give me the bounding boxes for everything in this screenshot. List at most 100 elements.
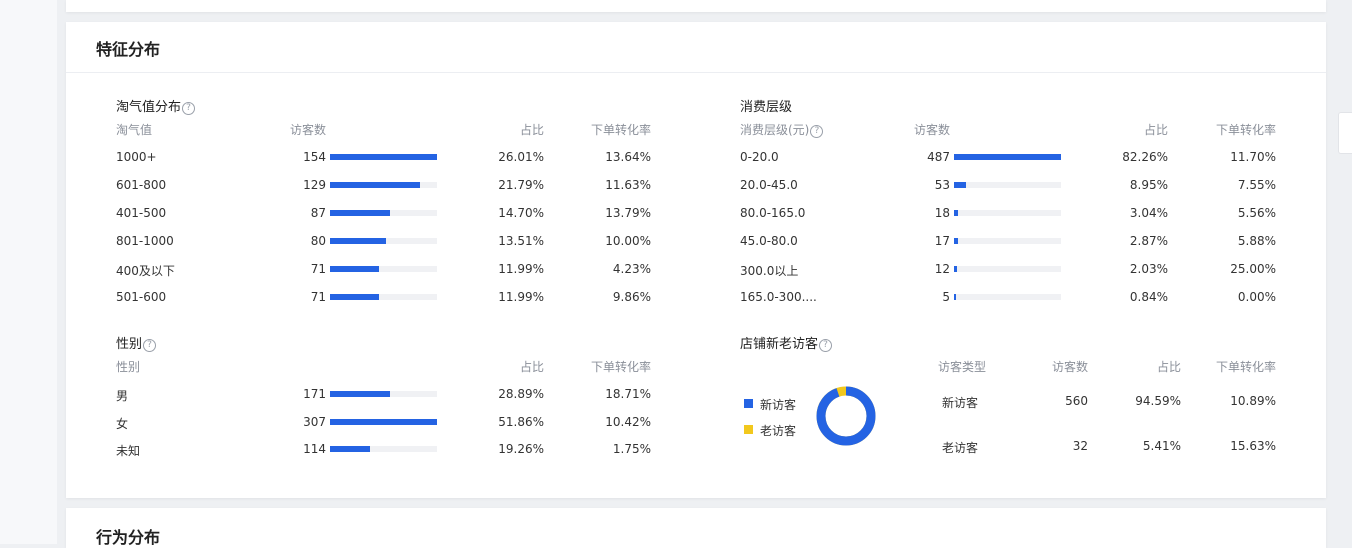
visitor-bar bbox=[954, 238, 1061, 244]
row-visitors: 560 bbox=[1065, 394, 1088, 408]
visitor-bar-fill bbox=[330, 182, 420, 188]
row-share: 51.86% bbox=[498, 415, 544, 429]
row-label: 男 bbox=[116, 389, 129, 403]
row-visitors: 171 bbox=[303, 387, 326, 401]
row-share: 82.26% bbox=[1122, 150, 1168, 164]
row-visitors: 71 bbox=[310, 290, 326, 304]
row-label: 601-800 bbox=[116, 178, 167, 192]
row-share: 14.70% bbox=[498, 206, 544, 220]
row-label: 80.0-165.0 bbox=[740, 206, 806, 220]
donut-new-segment bbox=[816, 386, 876, 446]
row-conv: 13.64% bbox=[605, 150, 651, 164]
visitor-bar bbox=[330, 419, 437, 425]
row-visitors: 18 bbox=[934, 206, 950, 220]
newold-header-conv: 下单转化率 bbox=[1215, 360, 1276, 374]
row-share: 28.89% bbox=[498, 387, 544, 401]
visitor-bar-fill bbox=[954, 238, 959, 244]
row-label: 401-500 bbox=[116, 206, 167, 220]
visitor-bar bbox=[330, 210, 437, 216]
gender-header-label: 性别 bbox=[116, 360, 141, 374]
row-label: 20.0-45.0 bbox=[740, 178, 798, 192]
taoqi-header-label: 淘气值 bbox=[116, 123, 153, 137]
gender-header-conv: 下单转化率 bbox=[590, 360, 651, 374]
row-share: 2.87% bbox=[1129, 234, 1168, 248]
row-share: 5.41% bbox=[1142, 439, 1181, 453]
visitor-bar-fill bbox=[954, 266, 958, 272]
visitor-bar bbox=[954, 266, 1061, 272]
visitor-donut-chart bbox=[816, 386, 876, 446]
row-visitors: 80 bbox=[310, 234, 326, 248]
gender-header-share: 占比 bbox=[519, 360, 544, 374]
row-conv: 11.70% bbox=[1230, 150, 1276, 164]
side-float-tab[interactable] bbox=[1338, 112, 1352, 154]
visitor-bar-fill bbox=[330, 154, 437, 160]
spend-title: 消费层级 bbox=[740, 100, 793, 115]
row-label: 未知 bbox=[116, 444, 141, 458]
help-circle-icon[interactable]: ? bbox=[143, 339, 157, 352]
newold-header-type: 访客类型 bbox=[937, 360, 986, 374]
visitor-bar bbox=[954, 210, 1061, 216]
spend-header-label-text: 消费层级(元) bbox=[740, 123, 810, 137]
visitor-bar-fill bbox=[330, 294, 380, 300]
next-section-title: 行为分布 bbox=[96, 528, 161, 547]
row-share: 26.01% bbox=[498, 150, 544, 164]
row-share: 0.84% bbox=[1129, 290, 1168, 304]
help-circle-icon[interactable]: ? bbox=[810, 125, 824, 138]
row-visitors: 129 bbox=[303, 178, 326, 192]
row-conv: 13.79% bbox=[605, 206, 651, 220]
row-share: 3.04% bbox=[1129, 206, 1168, 220]
visitor-bar bbox=[954, 182, 1061, 188]
visitor-bar bbox=[330, 182, 437, 188]
row-label: 老访客 bbox=[942, 441, 979, 455]
spend-header-share: 占比 bbox=[1143, 123, 1168, 137]
row-share: 94.59% bbox=[1135, 394, 1181, 408]
row-conv: 5.88% bbox=[1237, 234, 1276, 248]
newold-title-text: 店铺新老访客 bbox=[740, 337, 819, 352]
visitor-bar bbox=[330, 294, 437, 300]
visitor-bar-fill bbox=[954, 154, 1061, 160]
visitor-bar bbox=[330, 266, 437, 272]
gender-title-text: 性别 bbox=[116, 337, 143, 352]
legend-swatch-old bbox=[744, 425, 753, 434]
visitor-bar bbox=[330, 446, 437, 452]
help-circle-icon[interactable]: ? bbox=[819, 339, 833, 352]
row-share: 2.03% bbox=[1129, 262, 1168, 276]
legend-label-old: 老访客 bbox=[760, 424, 797, 438]
visitor-bar-fill bbox=[954, 210, 959, 216]
row-label: 801-1000 bbox=[116, 234, 174, 248]
row-conv: 5.56% bbox=[1237, 206, 1276, 220]
row-visitors: 307 bbox=[303, 415, 326, 429]
left-sidebar-strip bbox=[0, 0, 57, 544]
visitor-bar bbox=[330, 391, 437, 397]
row-conv: 1.75% bbox=[612, 442, 651, 456]
row-label: 165.0-300.... bbox=[740, 290, 817, 304]
legend-swatch-new bbox=[744, 399, 753, 408]
visitor-bar bbox=[330, 154, 437, 160]
row-conv: 7.55% bbox=[1237, 178, 1276, 192]
row-label: 1000+ bbox=[116, 150, 157, 164]
newold-header-visitors: 访客数 bbox=[1051, 360, 1088, 374]
taoqi-header-visitors: 访客数 bbox=[290, 123, 327, 137]
row-conv: 10.89% bbox=[1230, 394, 1276, 408]
row-label: 新访客 bbox=[942, 396, 979, 410]
row-conv: 11.63% bbox=[605, 178, 651, 192]
row-visitors: 71 bbox=[310, 262, 326, 276]
help-circle-icon[interactable]: ? bbox=[182, 102, 196, 115]
spend-header-conv: 下单转化率 bbox=[1215, 123, 1276, 137]
row-share: 21.79% bbox=[498, 178, 544, 192]
row-visitors: 53 bbox=[934, 178, 950, 192]
visitor-bar-fill bbox=[330, 446, 370, 452]
newold-header-share: 占比 bbox=[1156, 360, 1181, 374]
visitor-bar-fill bbox=[954, 182, 966, 188]
row-conv: 25.00% bbox=[1230, 262, 1276, 276]
previous-section-card bbox=[66, 0, 1326, 12]
row-share: 11.99% bbox=[498, 262, 544, 276]
row-conv: 9.86% bbox=[612, 290, 651, 304]
taoqi-header-share: 占比 bbox=[519, 123, 544, 137]
row-share: 19.26% bbox=[498, 442, 544, 456]
legend-label-new: 新访客 bbox=[760, 398, 797, 412]
row-visitors: 5 bbox=[942, 290, 950, 304]
spend-header-label: 消费层级(元)? bbox=[740, 121, 824, 138]
visitor-bar bbox=[330, 238, 437, 244]
row-conv: 4.23% bbox=[612, 262, 651, 276]
